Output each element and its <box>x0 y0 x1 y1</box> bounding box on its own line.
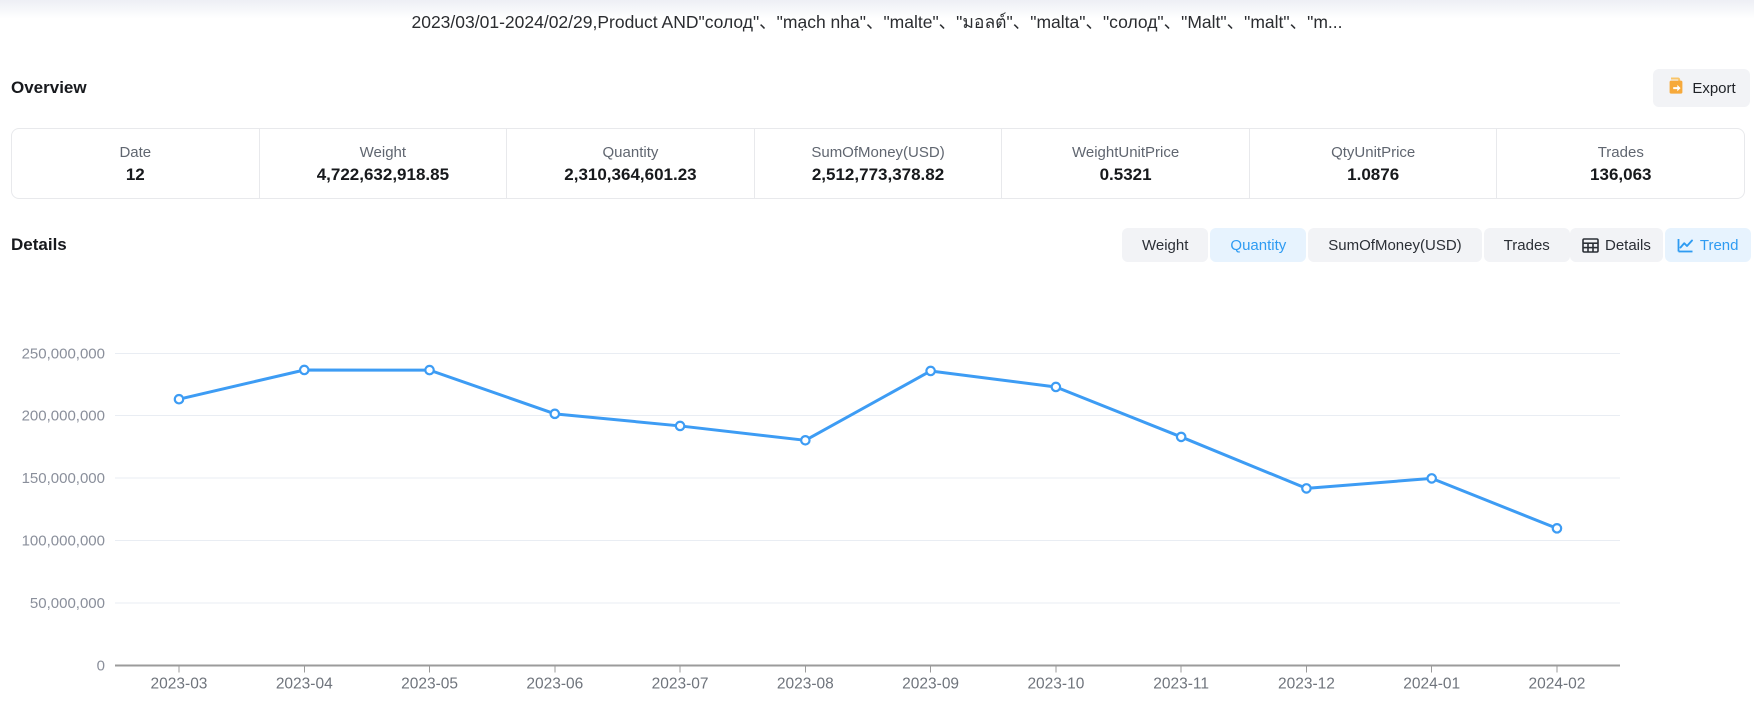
chart-point <box>1428 474 1436 482</box>
chart-point <box>801 436 809 444</box>
chart-point <box>551 410 559 418</box>
stat-trades: Trades 136,063 <box>1496 129 1744 198</box>
stat-value: 12 <box>126 166 145 183</box>
stat-weight-unit-price: WeightUnitPrice 0.5321 <box>1001 129 1249 198</box>
stat-label: Weight <box>360 145 406 160</box>
tab-details-view[interactable]: Details <box>1570 228 1663 262</box>
top-title-bar: 2023/03/01-2024/02/29,Product AND"солод"… <box>0 0 1754 44</box>
tab-sum-of-money[interactable]: SumOfMoney(USD) <box>1308 228 1481 262</box>
chart-point <box>425 366 433 374</box>
tab-trades[interactable]: Trades <box>1484 228 1570 262</box>
y-axis-label: 50,000,000 <box>30 595 105 612</box>
x-axis-label: 2023-09 <box>902 676 959 693</box>
stat-label: Quantity <box>603 145 659 160</box>
stat-value: 136,063 <box>1590 166 1651 183</box>
y-axis-label: 150,000,000 <box>22 470 105 487</box>
view-tab-group: Details Trend <box>1570 228 1751 262</box>
stat-value: 2,310,364,601.23 <box>564 166 696 183</box>
x-axis-label: 2023-03 <box>151 676 208 693</box>
chart-point <box>676 422 684 430</box>
export-button-label: Export <box>1692 80 1735 97</box>
metric-tab-group: Weight Quantity SumOfMoney(USD) Trades <box>1122 228 1570 262</box>
stat-value: 4,722,632,918.85 <box>317 166 449 183</box>
stat-label: Trades <box>1598 145 1644 160</box>
x-axis-label: 2023-11 <box>1153 676 1209 693</box>
y-axis-label: 100,000,000 <box>22 533 105 550</box>
x-axis-label: 2023-07 <box>652 676 709 693</box>
chart-point <box>926 367 934 375</box>
stat-label: WeightUnitPrice <box>1072 145 1179 160</box>
chart-point <box>1553 524 1561 532</box>
stat-weight: Weight 4,722,632,918.85 <box>259 129 507 198</box>
chart-point <box>175 395 183 403</box>
export-button[interactable]: Export <box>1653 69 1750 107</box>
x-axis-label: 2024-01 <box>1403 676 1460 693</box>
overview-heading: Overview <box>11 78 87 98</box>
chart-point <box>1052 383 1060 391</box>
x-axis-label: 2023-10 <box>1027 676 1084 693</box>
stat-value: 2,512,773,378.82 <box>812 166 944 183</box>
trade-analytics-page: 2023/03/01-2024/02/29,Product AND"солод"… <box>0 0 1754 704</box>
stat-sum-of-money: SumOfMoney(USD) 2,512,773,378.82 <box>754 129 1002 198</box>
chart-point <box>1302 484 1310 492</box>
trend-chart-icon <box>1677 238 1694 253</box>
stat-quantity: Quantity 2,310,364,601.23 <box>506 129 754 198</box>
x-axis-label: 2023-08 <box>777 676 834 693</box>
stat-qty-unit-price: QtyUnitPrice 1.0876 <box>1249 129 1497 198</box>
x-axis-label: 2023-12 <box>1278 676 1335 693</box>
tab-quantity[interactable]: Quantity <box>1210 228 1306 262</box>
stat-label: QtyUnitPrice <box>1331 145 1415 160</box>
overview-stat-card: Date 12 Weight 4,722,632,918.85 Quantity… <box>11 128 1745 199</box>
details-heading: Details <box>11 235 67 255</box>
x-axis-label: 2023-05 <box>401 676 458 693</box>
x-axis-label: 2023-06 <box>526 676 583 693</box>
stat-label: SumOfMoney(USD) <box>811 145 944 160</box>
chart-point <box>300 366 308 374</box>
tab-weight[interactable]: Weight <box>1122 228 1208 262</box>
x-axis-label: 2024-02 <box>1529 676 1586 693</box>
stat-value: 0.5321 <box>1100 166 1152 183</box>
y-axis-label: 0 <box>97 658 105 675</box>
stat-label: Date <box>119 145 151 160</box>
tab-details-view-label: Details <box>1605 237 1651 254</box>
x-axis-label: 2023-04 <box>276 676 333 693</box>
y-axis-label: 200,000,000 <box>22 408 105 425</box>
export-file-icon <box>1667 77 1685 99</box>
tab-trend-view-label: Trend <box>1700 237 1739 254</box>
y-axis-label: 250,000,000 <box>22 345 105 362</box>
chart-point <box>1177 433 1185 441</box>
stat-date: Date 12 <box>12 129 259 198</box>
trend-line-chart: 0 50,000,000 100,000,000 150,000,000 200,000… <box>0 290 1754 704</box>
query-title: 2023/03/01-2024/02/29,Product AND"солод"… <box>0 0 1754 44</box>
chart-line <box>179 370 1557 528</box>
table-icon <box>1582 238 1599 253</box>
tab-trend-view[interactable]: Trend <box>1665 228 1751 262</box>
stat-value: 1.0876 <box>1347 166 1399 183</box>
